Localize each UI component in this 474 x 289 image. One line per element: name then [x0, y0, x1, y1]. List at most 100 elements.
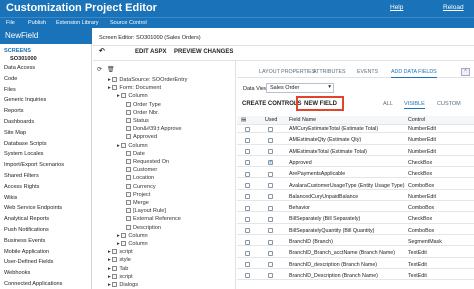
nav-item[interactable]: Site Map: [4, 130, 26, 136]
nav-item[interactable]: Code: [4, 76, 17, 82]
table-row[interactable]: ArePaymentsApplicable CheckBox: [237, 170, 474, 179]
row-select-checkbox[interactable]: [245, 149, 250, 155]
tree-node[interactable]: Order Nbr.: [126, 110, 159, 116]
tree-node[interactable]: Currency: [126, 184, 156, 190]
col-field-name-header[interactable]: Field Name: [289, 117, 316, 123]
nav-screen-id[interactable]: SO301000: [10, 56, 37, 62]
table-row[interactable]: ✓ Approved CheckBox: [237, 159, 474, 168]
tree-node[interactable]: ▸ Tab: [108, 266, 128, 272]
nav-item[interactable]: Business Events: [4, 238, 45, 244]
tree-node[interactable]: Approved: [126, 134, 157, 140]
nav-item[interactable]: Import/Export Scenarios: [4, 162, 64, 168]
tab-attributes[interactable]: ATTRIBUTES: [313, 69, 346, 75]
nav-item[interactable]: Reports: [4, 108, 24, 114]
tree-node[interactable]: ▸ Column: [117, 233, 148, 239]
tree-node[interactable]: ▸ Column: [117, 143, 148, 149]
tree-node[interactable]: ▸ script: [108, 274, 133, 280]
menu-file[interactable]: File: [6, 20, 15, 26]
filter-visible[interactable]: VISIBLE: [404, 101, 425, 109]
refresh-icon[interactable]: ⟳: [97, 66, 102, 73]
nav-item[interactable]: System Locales: [4, 151, 43, 157]
table-row[interactable]: BalancedCuryUnpaidBalance NumberEdit: [237, 193, 474, 202]
delete-icon[interactable]: 🗑: [107, 66, 115, 73]
col-used-header[interactable]: Used: [265, 117, 277, 123]
undo-icon[interactable]: ↶: [99, 47, 105, 55]
filter-custom[interactable]: CUSTOM: [437, 101, 461, 107]
nav-item[interactable]: Analytical Reports: [4, 216, 49, 222]
tree-node[interactable]: Location: [126, 175, 154, 181]
tree-node[interactable]: ▸ Form: Document: [108, 85, 161, 91]
tree-node[interactable]: Order Type: [126, 102, 161, 108]
tree-node[interactable]: ▸ style: [108, 257, 131, 263]
table-row[interactable]: BranchID_description (Branch Name) TextEd…: [237, 261, 474, 269]
row-select-checkbox[interactable]: [245, 137, 250, 143]
grid-menu-icon[interactable]: ▤: [241, 117, 246, 123]
filter-all[interactable]: ALL: [383, 101, 393, 107]
tree-node[interactable]: Don&#39;t Approve: [126, 126, 182, 132]
tree-node[interactable]: Customer: [126, 167, 157, 173]
row-select-checkbox[interactable]: [245, 183, 250, 188]
menu-source-control[interactable]: Source Control: [110, 20, 147, 26]
table-row[interactable]: AMEstimateQty (Estimate Qty) NumberEdit: [237, 136, 474, 145]
reload-link[interactable]: Reload: [443, 4, 464, 11]
nav-item[interactable]: Wikis: [4, 195, 17, 201]
table-row[interactable]: AMEstimateTotal (Estimate Total) NumberEd…: [237, 148, 474, 156]
help-link[interactable]: Help: [390, 4, 403, 11]
menu-extension-library[interactable]: Extension Library: [56, 20, 99, 26]
row-select-checkbox[interactable]: [245, 216, 250, 222]
table-row[interactable]: BranchID_Description (Branch Name) TextEd…: [237, 272, 474, 281]
tab-add-data-fields[interactable]: ADD DATA FIELDS: [391, 69, 437, 78]
used-checkbox[interactable]: [268, 205, 273, 211]
tree-node[interactable]: ▸ DataSource: SOOrderEntry: [108, 77, 187, 83]
used-checkbox[interactable]: ✓: [268, 159, 273, 166]
tree-node[interactable]: ▸ script: [108, 249, 133, 255]
used-checkbox[interactable]: [268, 228, 273, 234]
nav-item[interactable]: User-Defined Fields: [4, 259, 53, 265]
used-checkbox[interactable]: [268, 239, 273, 245]
menu-publish[interactable]: Publish: [28, 20, 46, 26]
nav-item[interactable]: Connected Applications: [4, 281, 62, 287]
table-row[interactable]: BranchID (Branch) SegmentMask: [237, 238, 474, 247]
nav-item[interactable]: Dashboards: [4, 119, 34, 125]
col-control-header[interactable]: Control: [408, 117, 425, 123]
nav-item[interactable]: Generic Inquiries: [4, 97, 46, 103]
row-select-checkbox[interactable]: [245, 205, 250, 211]
nav-section-screens[interactable]: SCREENS: [4, 48, 31, 54]
row-select-checkbox[interactable]: [245, 228, 250, 234]
tree-node[interactable]: Merge: [126, 200, 149, 206]
tree-node[interactable]: ▸ Column: [117, 93, 148, 99]
used-checkbox[interactable]: [268, 262, 273, 268]
row-select-checkbox[interactable]: [245, 160, 250, 166]
table-row[interactable]: BillSeparately (Bill Separately) CheckBox: [237, 215, 474, 224]
new-field-button[interactable]: NEW FIELD: [304, 101, 337, 107]
nav-item[interactable]: Database Scripts: [4, 141, 47, 147]
row-select-checkbox[interactable]: [245, 262, 250, 268]
nav-item[interactable]: Files: [4, 87, 16, 93]
used-checkbox[interactable]: [268, 273, 273, 279]
table-row[interactable]: AMCuryEstimateTotal (Estimate Total) Numb…: [237, 125, 474, 134]
create-controls-button[interactable]: CREATE CONTROLS: [242, 101, 302, 107]
preview-changes-button[interactable]: PREVIEW CHANGES: [174, 49, 233, 55]
row-select-checkbox[interactable]: [245, 126, 250, 132]
nav-item[interactable]: Push Notifications: [4, 227, 49, 233]
table-row[interactable]: AvalaraCustomerUsageType (Entity Usage T…: [237, 182, 474, 190]
row-select-checkbox[interactable]: [245, 194, 250, 200]
row-select-checkbox[interactable]: [245, 239, 250, 245]
tab-events[interactable]: EVENTS: [357, 69, 378, 75]
used-checkbox[interactable]: [268, 137, 273, 143]
used-checkbox[interactable]: [268, 171, 273, 177]
tree-node[interactable]: ▸ Dialogs: [108, 282, 138, 288]
row-select-checkbox[interactable]: [245, 250, 250, 256]
nav-item[interactable]: Shared Filters: [4, 173, 39, 179]
row-select-checkbox[interactable]: [245, 171, 250, 177]
tree-node[interactable]: ▸ Column: [117, 241, 148, 247]
nav-item[interactable]: Data Access: [4, 65, 35, 71]
edit-aspx-button[interactable]: EDIT ASPX: [135, 49, 166, 55]
tree-node[interactable]: Date: [126, 151, 145, 157]
nav-item[interactable]: Webhooks: [4, 270, 30, 276]
used-checkbox[interactable]: [268, 126, 273, 132]
nav-item[interactable]: Access Rights: [4, 184, 39, 190]
used-checkbox[interactable]: [268, 250, 273, 256]
row-select-checkbox[interactable]: [245, 273, 250, 279]
tree-node[interactable]: [Layout Rule]: [126, 208, 166, 214]
